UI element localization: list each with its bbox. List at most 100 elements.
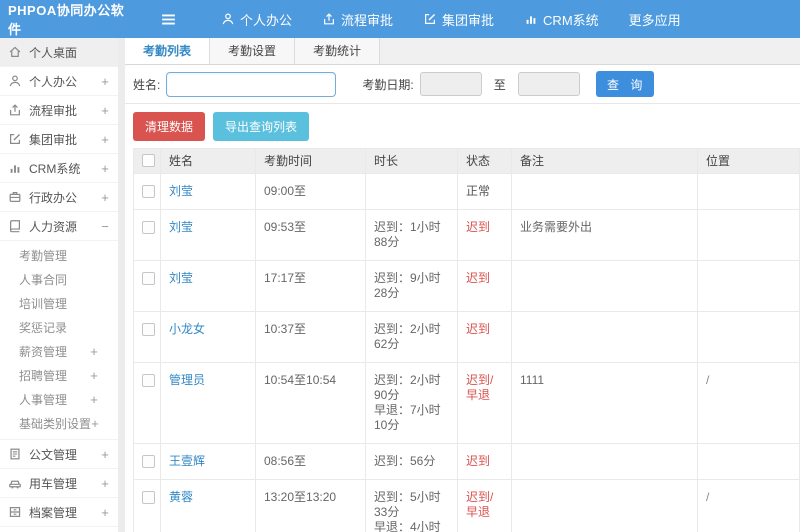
sidebar-sub-item[interactable]: 招聘管理 + xyxy=(0,363,118,387)
user-icon xyxy=(221,12,235,26)
col-header-remark: 备注 xyxy=(511,148,698,174)
sidebar-item-label: 集团审批 xyxy=(29,132,78,147)
attendance-time-cell: 10:37至 xyxy=(255,311,366,363)
duration-cell: 迟到：5小时33分 早退：4小时67分 xyxy=(365,479,458,532)
filter-bar: 姓名: 考勤日期: 至 查 询 xyxy=(125,65,800,104)
row-checkbox[interactable] xyxy=(142,374,155,388)
table-row: 小龙女 10:37至 迟到：2小时62分 迟到 xyxy=(133,311,800,363)
search-button[interactable]: 查 询 xyxy=(595,71,654,97)
status-cell: 迟到 xyxy=(457,443,512,480)
sidebar-item[interactable]: 档案管理 + xyxy=(0,498,118,527)
sidebar-item[interactable]: 个人办公 + xyxy=(0,67,118,96)
tab[interactable]: 考勤列表 xyxy=(125,38,211,64)
app-logo: PHPOA协同办公软件 xyxy=(8,3,125,37)
sidebar-item-label: 人力资源 xyxy=(29,219,78,234)
sidebar-sub-item[interactable]: 薪资管理 + xyxy=(0,339,118,363)
sidebar-item[interactable]: 个人桌面 xyxy=(0,38,118,67)
select-all-checkbox[interactable] xyxy=(142,154,155,168)
sidebar-item-label: 个人办公 xyxy=(29,74,78,89)
sidebar-item[interactable]: 公文管理 + xyxy=(0,440,118,469)
sidebar-sub-item[interactable]: 培训管理 xyxy=(0,291,118,315)
sidebar-sub-item-label: 人事管理 xyxy=(19,392,68,407)
expand-toggle[interactable]: + xyxy=(100,505,110,520)
sidebar-item[interactable]: 流程审批 + xyxy=(0,96,118,125)
status-cell: 迟到/早退 xyxy=(457,479,512,532)
sidebar-sub-item[interactable]: 考勤管理 xyxy=(0,243,118,267)
employee-name-link[interactable]: 刘莹 xyxy=(169,184,193,198)
location-cell xyxy=(697,311,800,363)
status-cell: 迟到 xyxy=(457,209,512,261)
sidebar-item[interactable]: 行政办公 + xyxy=(0,183,118,212)
attendance-time-cell: 13:20至13:20 xyxy=(255,479,366,532)
attendance-time-cell: 10:54至10:54 xyxy=(255,362,366,444)
expand-toggle[interactable]: + xyxy=(89,344,99,359)
expand-toggle[interactable]: + xyxy=(100,476,110,491)
sidebar-sub-item[interactable]: 基础类别设置 + xyxy=(0,411,118,435)
header-nav-item[interactable]: 集团审批 xyxy=(408,0,509,38)
employee-name-link[interactable]: 刘莹 xyxy=(169,271,193,285)
sidebar-item[interactable]: 项目管理 + xyxy=(0,527,118,532)
tab[interactable]: 考勤统计 xyxy=(295,38,381,64)
sidebar-item[interactable]: 用车管理 + xyxy=(0,469,118,498)
attendance-time-cell: 09:53至 xyxy=(255,209,366,261)
expand-toggle[interactable]: + xyxy=(89,368,99,383)
table-row: 刘莹 09:53至 迟到：1小时88分 迟到 业务需要外出 xyxy=(133,209,800,261)
tab[interactable]: 考勤设置 xyxy=(210,38,296,64)
row-checkbox[interactable] xyxy=(142,272,155,286)
chart-icon xyxy=(524,12,538,26)
expand-toggle[interactable]: − xyxy=(100,219,110,234)
employee-name-link[interactable]: 刘莹 xyxy=(169,220,193,234)
chart-icon xyxy=(8,161,22,175)
date-from-input[interactable] xyxy=(419,72,482,96)
name-filter-input[interactable] xyxy=(166,71,337,97)
hamburger-menu-icon xyxy=(160,11,177,28)
date-to-input[interactable] xyxy=(517,72,580,96)
status-cell: 迟到 xyxy=(457,311,512,363)
expand-toggle[interactable]: + xyxy=(100,74,110,89)
employee-name-link[interactable]: 王壹辉 xyxy=(169,454,205,468)
expand-toggle[interactable]: + xyxy=(100,132,110,147)
nav-item-label: CRM系统 xyxy=(543,12,599,28)
sidebar-item[interactable]: 人力资源 − xyxy=(0,212,118,241)
sidebar-item[interactable]: CRM系统 + xyxy=(0,154,118,183)
expand-toggle[interactable]: + xyxy=(89,392,99,407)
sidebar-sub-item[interactable]: 人事合同 xyxy=(0,267,118,291)
attendance-time-cell: 17:17至 xyxy=(255,260,366,312)
table-header-row: 姓名 考勤时间 时长 状态 备注 位置 xyxy=(133,148,800,174)
export-list-button[interactable]: 导出查询列表 xyxy=(213,112,310,141)
employee-name-link[interactable]: 管理员 xyxy=(169,373,205,387)
briefcase-icon xyxy=(8,190,22,204)
sidebar-item-label: 用车管理 xyxy=(29,476,78,491)
nav-item-label: 个人办公 xyxy=(240,12,293,28)
expand-toggle[interactable]: + xyxy=(100,103,110,118)
edit-icon xyxy=(8,132,22,146)
sidebar-item-label: 行政办公 xyxy=(29,190,78,205)
remark-cell xyxy=(511,311,698,363)
duration-cell: 迟到：9小时28分 xyxy=(365,260,458,312)
col-header-location: 位置 xyxy=(697,148,800,174)
expand-toggle[interactable]: + xyxy=(100,161,110,176)
header-nav-item[interactable]: 个人办公 xyxy=(206,0,307,38)
row-checkbox[interactable] xyxy=(142,185,155,199)
header-nav-item[interactable]: 流程审批 xyxy=(307,0,408,38)
sidebar-toggle-button[interactable] xyxy=(148,11,188,28)
sidebar-sub-item[interactable]: 人事管理 + xyxy=(0,387,118,411)
employee-name-link[interactable]: 小龙女 xyxy=(169,322,205,336)
remark-cell: 1111 xyxy=(511,362,698,444)
clean-data-button[interactable]: 清理数据 xyxy=(133,112,206,141)
header-nav: 个人办公 流程审批 集团审批 CRM系统 更多应用 xyxy=(206,0,713,38)
attendance-time-cell: 08:56至 xyxy=(255,443,366,480)
expand-toggle[interactable]: + xyxy=(100,190,110,205)
header-nav-item[interactable]: CRM系统 xyxy=(509,0,614,38)
row-checkbox[interactable] xyxy=(142,323,155,337)
car-icon xyxy=(8,476,22,490)
sidebar-sub-item[interactable]: 奖惩记录 xyxy=(0,315,118,339)
row-checkbox[interactable] xyxy=(142,491,155,505)
employee-name-link[interactable]: 黄蓉 xyxy=(169,490,193,504)
header-nav-item[interactable]: 更多应用 xyxy=(614,0,713,38)
sidebar-item[interactable]: 集团审批 + xyxy=(0,125,118,154)
expand-toggle[interactable]: + xyxy=(91,416,99,431)
row-checkbox[interactable] xyxy=(142,455,155,469)
expand-toggle[interactable]: + xyxy=(100,447,110,462)
row-checkbox[interactable] xyxy=(142,221,155,235)
